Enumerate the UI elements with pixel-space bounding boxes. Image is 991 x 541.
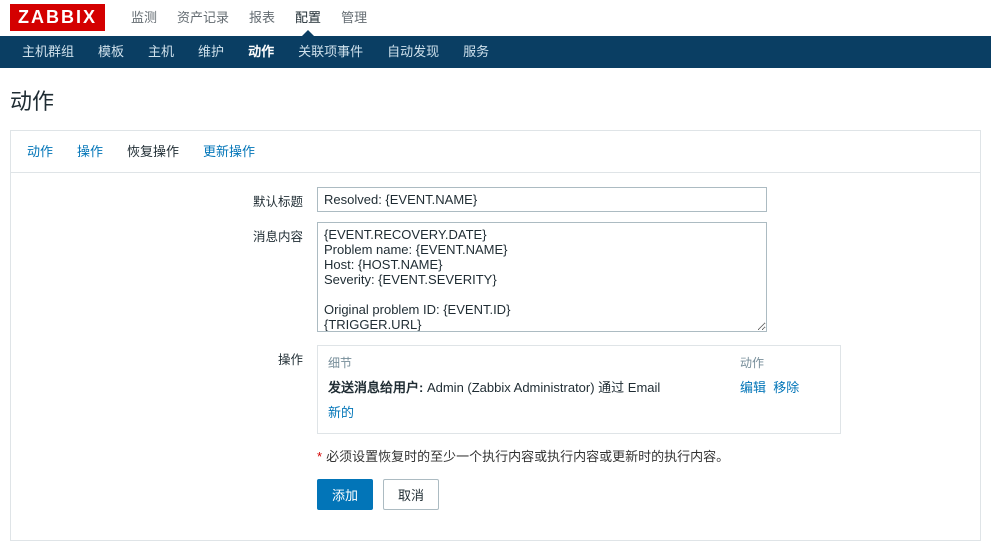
subnav-item-hostgroups[interactable]: 主机群组: [10, 36, 86, 68]
top-nav-items: 监测 资产记录 报表 配置 管理: [121, 0, 377, 36]
topnav-item-inventory[interactable]: 资产记录: [167, 0, 239, 36]
operation-edit-link[interactable]: 编辑: [740, 380, 766, 395]
logo: ZABBIX: [10, 4, 105, 31]
operation-prefix: 发送消息给用户:: [328, 380, 423, 395]
subnav-item-maintenance[interactable]: 维护: [186, 36, 236, 68]
form: 默认标题 消息内容 {EVENT.RECOVERY.DATE} Problem …: [11, 173, 980, 540]
tab-update-operations[interactable]: 更新操作: [191, 131, 267, 172]
warning-message: 必须设置恢复时的至少一个执行内容或执行内容或更新时的执行内容。: [326, 449, 729, 464]
topnav-item-reports[interactable]: 报表: [239, 0, 285, 36]
operations-header: 细节 动作: [328, 354, 830, 371]
subnav-item-discovery[interactable]: 自动发现: [375, 36, 451, 68]
subnav-item-services[interactable]: 服务: [451, 36, 501, 68]
warning-text: * 必须设置恢复时的至少一个执行内容或执行内容或更新时的执行内容。: [317, 446, 964, 465]
label-default-subject: 默认标题: [27, 187, 317, 210]
operation-new: 新的: [328, 402, 830, 421]
asterisk-icon: *: [317, 449, 322, 464]
subnav-item-correlation[interactable]: 关联项事件: [286, 36, 375, 68]
row-message: 消息内容 {EVENT.RECOVERY.DATE} Problem name:…: [27, 222, 964, 335]
operation-detail: 发送消息给用户: Admin (Zabbix Administrator) 通过…: [328, 377, 740, 396]
add-button[interactable]: 添加: [317, 479, 373, 510]
row-default-subject: 默认标题: [27, 187, 964, 212]
cancel-button[interactable]: 取消: [383, 479, 439, 510]
subnav-item-hosts[interactable]: 主机: [136, 36, 186, 68]
top-nav: ZABBIX 监测 资产记录 报表 配置 管理: [0, 0, 991, 36]
label-message: 消息内容: [27, 222, 317, 245]
operation-row: 发送消息给用户: Admin (Zabbix Administrator) 通过…: [328, 377, 830, 396]
card: 动作 操作 恢复操作 更新操作 默认标题 消息内容 {EVENT.RECOVER…: [10, 130, 981, 541]
operation-new-link[interactable]: 新的: [328, 405, 354, 420]
topnav-item-configuration[interactable]: 配置: [285, 0, 331, 36]
subnav-item-templates[interactable]: 模板: [86, 36, 136, 68]
operation-actions: 编辑 移除: [740, 377, 830, 396]
topnav-item-administration[interactable]: 管理: [331, 0, 377, 36]
subnav-item-actions[interactable]: 动作: [236, 36, 286, 68]
topnav-item-monitoring[interactable]: 监测: [121, 0, 167, 36]
page-title: 动作: [0, 68, 991, 130]
input-default-subject[interactable]: [317, 187, 767, 212]
ops-header-action: 动作: [740, 354, 830, 371]
label-operations: 操作: [27, 345, 317, 368]
tab-action[interactable]: 动作: [15, 131, 65, 172]
ops-header-detail: 细节: [328, 354, 740, 371]
textarea-message[interactable]: {EVENT.RECOVERY.DATE} Problem name: {EVE…: [317, 222, 767, 332]
sub-nav: 主机群组 模板 主机 维护 动作 关联项事件 自动发现 服务: [0, 36, 991, 68]
tabs: 动作 操作 恢复操作 更新操作: [11, 131, 980, 173]
button-row: 添加 取消: [317, 479, 964, 510]
operation-remove-link[interactable]: 移除: [773, 380, 799, 395]
row-operations: 操作 细节 动作 发送消息给用户: Admin (Zabbix Administ…: [27, 345, 964, 510]
operation-text: Admin (Zabbix Administrator) 通过 Email: [423, 380, 660, 395]
tab-recovery-operations[interactable]: 恢复操作: [115, 131, 191, 172]
operations-box: 细节 动作 发送消息给用户: Admin (Zabbix Administrat…: [317, 345, 841, 434]
tab-operations[interactable]: 操作: [65, 131, 115, 172]
